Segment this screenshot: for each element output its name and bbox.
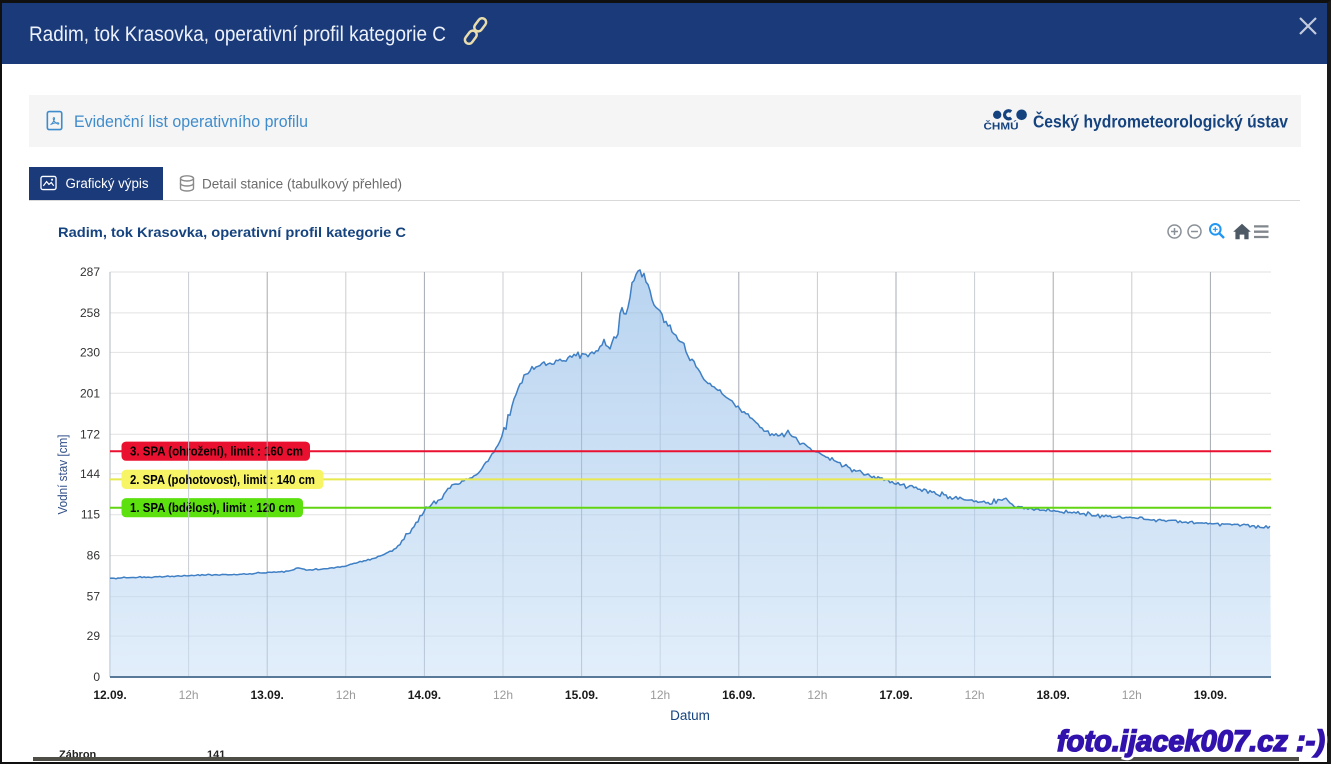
svg-text:17.09.: 17.09. [879,688,912,702]
svg-text:Detail stanice (tabulkový přeh: Detail stanice (tabulkový přehled) [202,176,402,192]
svg-text:16.09.: 16.09. [722,688,755,702]
svg-text:115: 115 [81,508,100,522]
svg-text:172: 172 [80,427,100,441]
svg-text:3. SPA (ohrožení), limit : 160: 3. SPA (ohrožení), limit : 160 cm [130,445,303,459]
svg-text:12h: 12h [493,688,513,702]
svg-text:15.09.: 15.09. [565,688,598,702]
svg-text:57: 57 [87,590,101,604]
svg-text:12.09.: 12.09. [93,688,126,702]
svg-text:1. SPA (bdělost), limit : 120: 1. SPA (bdělost), limit : 120 cm [130,501,295,515]
svg-text:12h: 12h [807,688,827,702]
svg-text:18.09.: 18.09. [1037,688,1070,702]
svg-text:29: 29 [87,629,101,643]
svg-text:287: 287 [80,265,100,279]
svg-text:14.09.: 14.09. [408,688,441,702]
svg-text:2. SPA (pohotovost), limit : 1: 2. SPA (pohotovost), limit : 140 cm [130,473,315,487]
svg-text:ČHMÚ: ČHMÚ [984,120,1019,133]
svg-text:Vodní stav [cm]: Vodní stav [cm] [56,435,70,515]
svg-text:Český hydrometeorologický ústa: Český hydrometeorologický ústav [1033,111,1288,132]
svg-text:12h: 12h [650,688,670,702]
svg-text:Grafický výpis: Grafický výpis [66,176,149,191]
svg-text:13.09.: 13.09. [251,688,284,702]
svg-text:12h: 12h [179,688,199,702]
svg-text:201: 201 [80,386,100,400]
svg-text:144: 144 [80,467,100,481]
svg-text:86: 86 [87,549,101,563]
svg-text:12h: 12h [965,688,985,702]
svg-text:0: 0 [93,670,100,684]
svg-text:Datum: Datum [670,708,710,723]
svg-text:foto.ijacek007.cz :-): foto.ijacek007.cz :-) [1057,725,1325,758]
svg-text:Radim, tok Krasovka, operativn: Radim, tok Krasovka, operativní profil k… [29,22,446,46]
svg-text:230: 230 [80,345,100,359]
svg-text:Evidenční list operativního pr: Evidenční list operativního profilu [74,113,308,131]
svg-text:12h: 12h [1122,688,1142,702]
svg-text:12h: 12h [336,688,356,702]
svg-text:19.09.: 19.09. [1194,688,1227,702]
svg-text:258: 258 [80,306,100,320]
